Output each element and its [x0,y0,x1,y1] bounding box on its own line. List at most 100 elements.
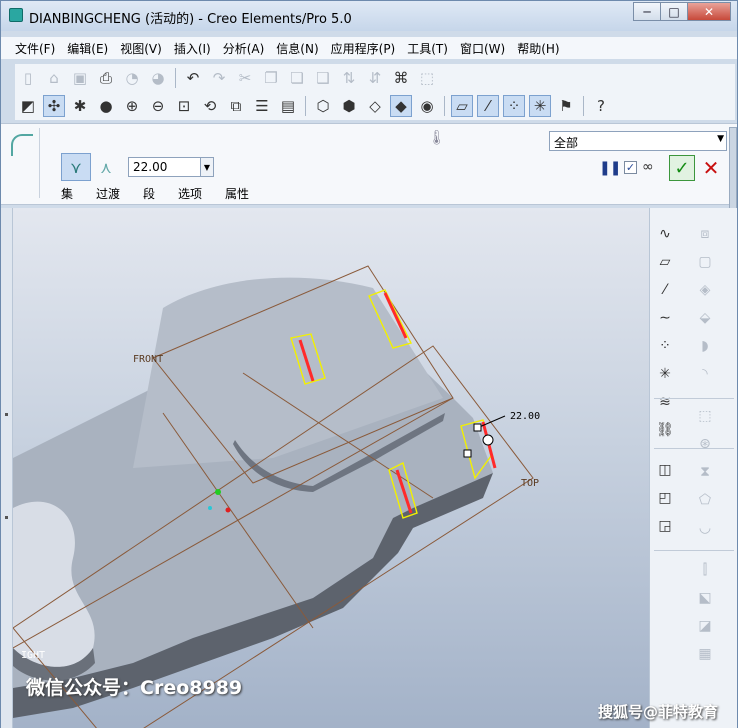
radius-dropdown-arrow[interactable]: ▼ [200,158,213,176]
menu-view[interactable]: 视图(V) [120,40,162,57]
mail-icon[interactable]: ◕ [147,67,169,89]
tab-properties[interactable]: 属性 [225,185,249,202]
left-sash[interactable] [1,208,13,728]
round-icon[interactable]: ◝ [692,362,718,386]
whats-this-icon[interactable]: ? [590,95,612,117]
layers-icon[interactable]: ☰ [251,95,273,117]
glasses-preview-icon[interactable]: ∞ [642,159,654,175]
hidden-line-icon[interactable]: ⬢ [338,95,360,117]
thicken-icon[interactable]: ⬕ [692,586,718,610]
snapshot-icon[interactable]: ▤ [277,95,299,117]
menu-window[interactable]: 窗口(W) [460,40,505,57]
zoom-in-icon[interactable]: ⊕ [121,95,143,117]
set-mode-icon[interactable]: ⋎ [61,153,91,181]
copy-icon[interactable]: ❐ [260,67,282,89]
save-icon[interactable]: ▣ [69,67,91,89]
redo-icon[interactable]: ↷ [208,67,230,89]
sweep-icon[interactable]: ◰ [652,486,678,510]
shell-icon[interactable]: ◈ [692,278,718,302]
annotations-icon[interactable]: ⚑ [555,95,577,117]
repaint-icon[interactable]: ◩ [17,95,39,117]
paste-icon[interactable]: ❏ [286,67,308,89]
datum-planes-icon[interactable]: ▱ [451,95,473,117]
regenerate-icon[interactable]: ⇅ [338,67,360,89]
regenerate-manager-icon[interactable]: ⇵ [364,67,386,89]
csys-dot-red [225,507,231,513]
window-title: DIANBINGCHENG (活动的) - Creo Elements/Pro … [29,12,352,27]
enhanced-realism-icon[interactable]: ◉ [416,95,438,117]
paste-special-icon[interactable]: ❑ [312,67,334,89]
tab-options[interactable]: 选项 [178,185,202,202]
pattern-icon[interactable]: ⊛ [692,432,718,456]
transition-mode-icon[interactable]: ⋏ [93,154,119,180]
new-file-icon[interactable]: ▯ [17,67,39,89]
ok-button[interactable]: ✓ [669,155,695,181]
minimize-button[interactable]: ─ [633,2,661,21]
blend-icon[interactable]: ◲ [652,514,678,538]
datum-plane-icon[interactable]: ▱ [652,250,678,274]
draft-icon[interactable]: ◗ [692,334,718,358]
analysis-feature-icon[interactable]: ≋ [652,390,678,414]
send-icon[interactable]: ◔ [121,67,143,89]
shading-icon[interactable]: ◆ [390,95,412,117]
grid-icon[interactable]: ▦ [692,642,718,666]
datum-curve-icon[interactable]: ∼ [652,306,678,330]
zoom-out-icon[interactable]: ⊖ [147,95,169,117]
wireframe-icon[interactable]: ⬡ [312,95,334,117]
datum-points-icon[interactable]: ⁘ [503,95,525,117]
cancel-button[interactable]: ✕ [700,155,722,181]
orient-icon[interactable]: ✱ [69,95,91,117]
menu-insert[interactable]: 插入(I) [174,40,211,57]
select-box-icon[interactable]: ⬚ [416,67,438,89]
merge-icon[interactable]: ⬠ [692,488,718,512]
cut-icon[interactable]: ✂ [234,67,256,89]
coordinate-systems-icon[interactable]: ✳ [529,95,551,117]
undo-icon[interactable]: ↶ [182,67,204,89]
rib-icon[interactable]: ⬙ [692,306,718,330]
trim-icon[interactable]: ◡ [692,516,718,540]
offset-icon[interactable]: ⫿ [692,558,718,582]
hole-icon[interactable]: ▢ [692,250,718,274]
menu-bar: 文件(F) 编辑(E) 视图(V) 插入(I) 分析(A) 信息(N) 应用程序… [1,37,737,59]
graphics-viewport[interactable]: 22.00 FRONT TOP IGHT [13,208,649,728]
datum-point-icon[interactable]: ⁘ [652,334,678,358]
close-window-button[interactable]: ✕ [687,2,731,21]
chamfer-icon[interactable]: ⬚ [692,404,718,428]
print-icon[interactable]: ⎙ [95,67,117,89]
feature-toolbar: ∿ ▱ ⁄ ∼ ⁘ ✳ ≋ ⛓ ◫ ◰ ◲ ⧈ ▢ ◈ ⬙ ◗ ◝ ⬚ ⊛ ⧗ … [649,208,737,728]
appearance-icon[interactable]: ● [95,95,117,117]
menu-help[interactable]: 帮助(H) [517,40,559,57]
find-icon[interactable]: ⌘ [390,67,412,89]
tab-sets[interactable]: 集 [61,185,73,202]
named-views-icon[interactable]: ⧉ [225,95,247,117]
menu-edit[interactable]: 编辑(E) [67,40,108,57]
refit-icon[interactable]: ⊡ [173,95,195,117]
spin-center-icon[interactable]: ✣ [43,95,65,117]
pause-icon[interactable]: ❚❚ [599,160,621,176]
preview-checkbox[interactable]: ✓ [624,161,637,174]
tab-transitions[interactable]: 过渡 [96,185,120,202]
revolve-icon[interactable]: ◫ [652,458,678,482]
solidify-icon[interactable]: ◪ [692,614,718,638]
mirror-icon[interactable]: ⧗ [692,460,718,484]
menu-applications[interactable]: 应用程序(P) [331,40,396,57]
no-hidden-icon[interactable]: ◇ [364,95,386,117]
menu-tools[interactable]: 工具(T) [407,40,448,57]
menu-analysis[interactable]: 分析(A) [223,40,265,57]
sketch-datum-curve-icon[interactable]: ∿ [652,222,678,246]
extrude-icon[interactable]: ⧈ [692,222,718,246]
open-file-icon[interactable]: ⌂ [43,67,65,89]
datum-axes-icon[interactable]: ⁄ [477,95,499,117]
drag-handle [473,423,482,432]
tab-pieces[interactable]: 段 [143,185,155,202]
selection-filter-select[interactable]: 全部 ▼ [549,131,727,151]
reorient-icon[interactable]: ⟲ [199,95,221,117]
chain-icon[interactable]: ⛓ [652,418,678,442]
dashboard-scroll-handle[interactable] [729,127,737,219]
menu-info[interactable]: 信息(N) [276,40,318,57]
maximize-button[interactable]: □ [660,2,688,21]
datum-axis-icon[interactable]: ⁄ [652,278,678,302]
toolbar-separator [444,96,445,116]
menu-file[interactable]: 文件(F) [15,40,55,57]
coordinate-system-icon[interactable]: ✳ [652,362,678,386]
